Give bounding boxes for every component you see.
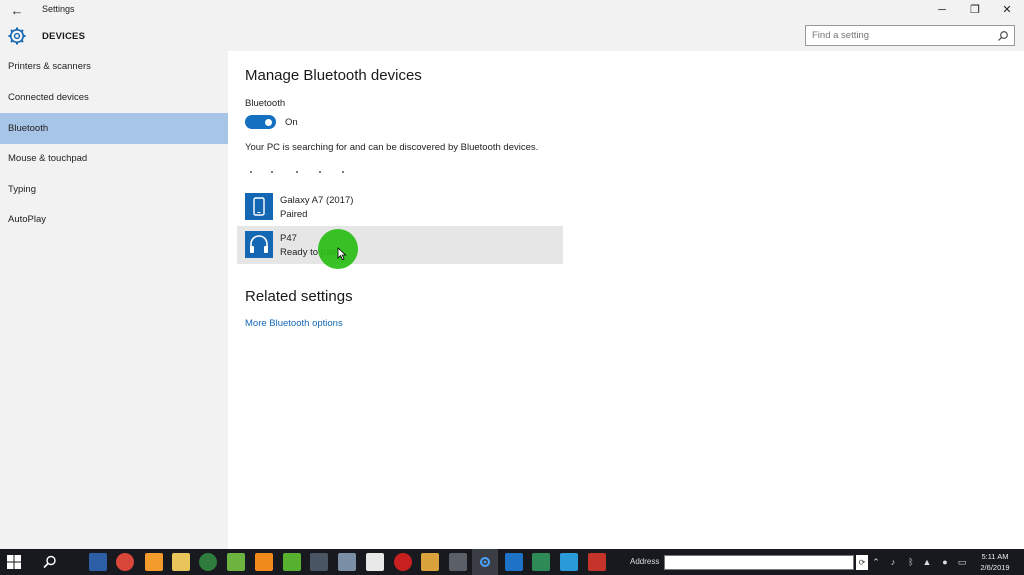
close-button[interactable]: ✕ <box>990 0 1024 21</box>
page-title: Manage Bluetooth devices <box>245 67 422 84</box>
related-settings-title: Related settings <box>245 288 353 305</box>
toggle-knob <box>265 118 272 126</box>
settings-taskbar-icon[interactable] <box>476 553 494 571</box>
search-input[interactable] <box>812 28 992 43</box>
device-status: Paired <box>280 209 308 220</box>
app-white-red-icon[interactable] <box>366 553 384 571</box>
search-icon[interactable] <box>997 30 1009 42</box>
progress-dot <box>342 171 344 173</box>
progress-dot <box>271 171 273 173</box>
taskbar: Address ⟳ ⌃ ♪ ᛒ ▲ ● ▭ 5:11 AM 2/6/2019 <box>0 549 1024 575</box>
sidebar-item-mouse-touchpad[interactable]: Mouse & touchpad <box>0 143 228 174</box>
windows-start-icon[interactable] <box>6 554 22 570</box>
progress-dot <box>296 171 298 173</box>
main-content: Manage Bluetooth devices Bluetooth On Yo… <box>228 51 1024 549</box>
app-green-square-icon[interactable] <box>283 553 301 571</box>
bluetooth-toggle[interactable] <box>245 115 276 129</box>
file-explorer-icon[interactable] <box>172 553 190 571</box>
search-box[interactable] <box>805 25 1015 46</box>
tray-chevron-up-icon[interactable]: ⌃ <box>871 557 881 567</box>
headphones-icon <box>245 231 273 258</box>
clock-time: 5:11 AM <box>981 552 1009 561</box>
network-icon[interactable]: ▲ <box>922 557 932 567</box>
address-go-icon[interactable]: ⟳ <box>856 555 868 570</box>
taskbar-search-icon[interactable] <box>42 554 58 570</box>
gear-icon <box>8 27 26 45</box>
settings-header: DEVICES <box>0 21 1024 51</box>
maximize-button[interactable]: ❐ <box>958 0 992 21</box>
mouse-pointer-icon <box>337 247 347 261</box>
app-blue-gray-icon[interactable] <box>338 553 356 571</box>
sidebar: Printers & scanners Connected devices Bl… <box>0 51 228 549</box>
settings-window: ← Settings ─ ❐ ✕ DEVICES Printers & sca <box>0 0 1024 549</box>
app-title: Settings <box>42 4 75 14</box>
app-blue-icon[interactable] <box>560 553 578 571</box>
device-item-p47[interactable]: P47 Ready to pair <box>237 226 563 264</box>
bluetooth-tray-icon[interactable]: ᛒ <box>906 557 916 567</box>
address-input[interactable] <box>664 555 854 570</box>
sidebar-item-autoplay[interactable]: AutoPlay <box>0 204 228 235</box>
app-red-icon[interactable] <box>588 553 606 571</box>
bluetooth-label: Bluetooth <box>245 98 286 109</box>
app-gold-icon[interactable] <box>421 553 439 571</box>
toggle-state-label: On <box>285 117 298 128</box>
app-red-circle-icon[interactable] <box>394 553 412 571</box>
vlc-icon[interactable] <box>255 553 273 571</box>
app-green-u-icon[interactable] <box>199 553 217 571</box>
address-label: Address <box>630 557 660 566</box>
sidebar-item-connected-devices[interactable]: Connected devices <box>0 82 228 113</box>
sidebar-item-bluetooth[interactable]: Bluetooth <box>0 113 228 144</box>
more-bluetooth-options-link[interactable]: More Bluetooth options <box>245 318 343 329</box>
device-item-galaxy-a7[interactable]: Galaxy A7 (2017) Paired <box>237 188 563 226</box>
progress-dot <box>319 171 321 173</box>
chrome-icon[interactable] <box>116 553 134 571</box>
app-bird-icon[interactable] <box>89 553 107 571</box>
app-tray-icon[interactable]: ● <box>940 557 950 567</box>
edge-icon[interactable] <box>505 553 523 571</box>
app-gray-icon[interactable] <box>310 553 328 571</box>
device-name: Galaxy A7 (2017) <box>280 195 354 206</box>
discovery-status-text: Your PC is searching for and can be disc… <box>245 142 539 153</box>
minimize-button[interactable]: ─ <box>925 0 959 21</box>
taskbar-clock[interactable]: 5:11 AM 2/6/2019 <box>975 551 1015 573</box>
progress-dot <box>250 171 252 173</box>
section-title: DEVICES <box>42 31 86 42</box>
volume-icon[interactable]: ♪ <box>888 557 898 567</box>
calculator-icon[interactable] <box>449 553 467 571</box>
clock-date: 2/6/2019 <box>980 563 1010 572</box>
title-bar: ← Settings ─ ❐ ✕ <box>0 0 1024 21</box>
app-globe-icon[interactable] <box>532 553 550 571</box>
sidebar-item-printers-scanners[interactable]: Printers & scanners <box>0 51 228 82</box>
phone-icon <box>245 193 273 220</box>
searching-progress-dots <box>250 169 370 175</box>
back-button[interactable]: ← <box>6 2 28 19</box>
app-orange-icon[interactable] <box>145 553 163 571</box>
app-green-box-icon[interactable] <box>227 553 245 571</box>
action-center-icon[interactable]: ▭ <box>957 557 967 567</box>
sidebar-item-typing[interactable]: Typing <box>0 174 228 205</box>
device-name: P47 <box>280 233 297 244</box>
